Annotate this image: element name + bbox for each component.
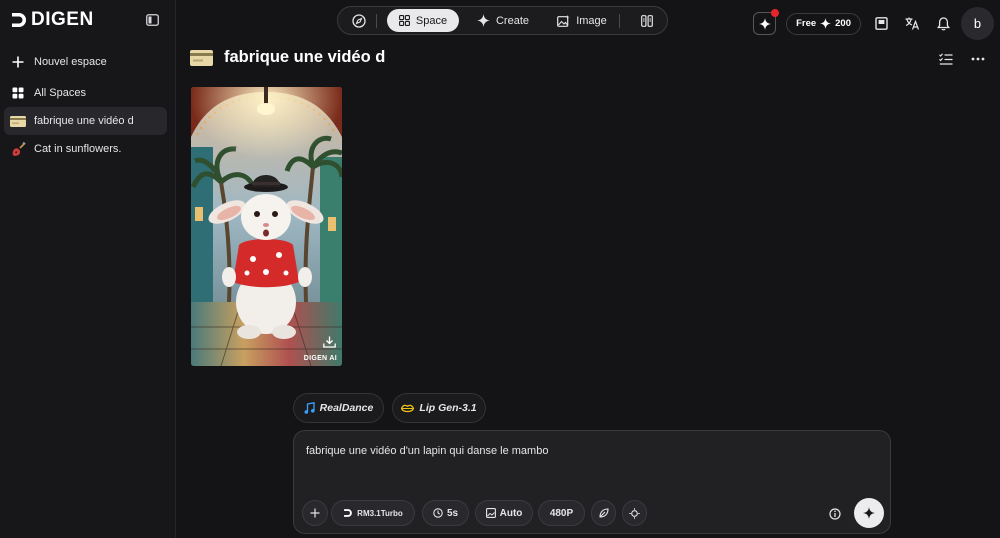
nav-divider: [376, 13, 377, 28]
brand-logo[interactable]: DIGEN: [10, 9, 94, 31]
app-root: DIGEN Nouvel espace All Spaces fabrique …: [0, 0, 1000, 538]
tab-create[interactable]: Create: [463, 9, 543, 32]
chip-label: RealDance: [319, 402, 374, 414]
image-frame-icon: [485, 508, 496, 518]
task-list-button[interactable]: [938, 52, 954, 66]
avatar-initial: b: [973, 16, 982, 31]
generate-button[interactable]: [854, 498, 884, 528]
sidebar-item-label: Cat in sunflowers.: [34, 143, 122, 155]
space-actions: [938, 52, 986, 66]
tab-label: Image: [576, 14, 607, 27]
space-header: fabrique une vidéo d: [190, 48, 385, 67]
nav-divider: [619, 13, 620, 28]
grid-icon: [10, 85, 26, 101]
card-icon: [190, 49, 213, 66]
resolution-selector[interactable]: 480P: [538, 500, 585, 526]
sparkle-icon: [820, 18, 832, 29]
tab-image[interactable]: Image: [547, 9, 617, 32]
plus-icon: [10, 54, 26, 70]
digen-logo-icon: [344, 509, 353, 517]
resolution-value: 480P: [549, 507, 574, 519]
card-icon: [10, 113, 26, 129]
collapse-sidebar-button[interactable]: [143, 12, 161, 28]
prompt-composer[interactable]: fabrique une vidéo d'un lapin qui danse …: [293, 430, 891, 534]
watermark: DIGEN AI: [303, 355, 337, 362]
sparkle-icon: [758, 17, 771, 30]
lips-icon: [401, 404, 415, 412]
duration-selector[interactable]: 5s: [422, 500, 469, 526]
video-thumbnail[interactable]: DIGEN AI: [191, 87, 342, 366]
ratio-value: Auto: [499, 507, 523, 519]
download-icon[interactable]: [323, 336, 336, 348]
notifications-button[interactable]: [934, 15, 952, 33]
aspect-ratio-selector[interactable]: Auto: [475, 500, 533, 526]
page-title: fabrique une vidéo d: [224, 48, 386, 66]
columns-icon: [641, 14, 653, 27]
tab-label: Create: [495, 14, 530, 27]
info-icon: [829, 508, 841, 520]
plan-label: Free: [796, 18, 817, 29]
sparkle-icon: [476, 14, 490, 27]
sidebar-item-label: fabrique une vidéo d: [34, 115, 134, 127]
user-avatar[interactable]: b: [961, 7, 994, 40]
lip-gen-chip[interactable]: Lip Gen-3.1: [392, 393, 486, 423]
sidebar-item-new-space[interactable]: Nouvel espace: [4, 48, 167, 76]
top-nav: Space Create Image: [337, 6, 668, 35]
credits-badge[interactable]: Free 200: [786, 12, 861, 35]
more-horizontal-icon: [971, 57, 985, 61]
book-icon: [874, 17, 888, 30]
brand-name: DIGEN: [31, 9, 94, 30]
top-right-toolbar: Free 200 b: [753, 7, 994, 40]
duration-value: 5s: [446, 507, 459, 519]
tab-label: Space: [415, 14, 448, 27]
library-button[interactable]: [872, 15, 890, 33]
sidebar-nav: Nouvel espace All Spaces fabrique une vi…: [4, 48, 167, 163]
sparkle-icon: [863, 507, 875, 519]
chip-label: Lip Gen-3.1: [419, 402, 477, 414]
sidebar-item-current-space[interactable]: fabrique une vidéo d: [4, 107, 167, 135]
bell-icon: [936, 16, 950, 30]
compass-icon: [352, 13, 366, 28]
plus-icon: [310, 508, 320, 518]
sidebar: DIGEN Nouvel espace All Spaces fabrique …: [0, 0, 176, 538]
explore-button[interactable]: [342, 9, 376, 32]
credits-count: 200: [835, 18, 851, 29]
more-options-button[interactable]: [970, 52, 986, 66]
image-edit-icon: [557, 14, 570, 27]
checklist-icon: [939, 53, 953, 65]
sidebar-item-all-spaces[interactable]: All Spaces: [4, 79, 167, 107]
model-selector[interactable]: RM3.1Turbo: [331, 500, 415, 526]
add-attachment-button[interactable]: [302, 500, 328, 526]
model-name: RM3.1Turbo: [357, 508, 403, 518]
sidebar-item-label: All Spaces: [34, 87, 86, 99]
leaf-icon: [598, 508, 609, 518]
language-button[interactable]: [903, 15, 921, 33]
ai-assistant-button[interactable]: [753, 9, 780, 35]
guitar-icon: [10, 141, 26, 157]
sidebar-item-label: Nouvel espace: [34, 56, 107, 68]
music-note-icon: [304, 402, 315, 414]
enhance-button[interactable]: [622, 500, 647, 526]
sidebar-toggle-icon: [145, 14, 159, 26]
style-button[interactable]: [591, 500, 616, 526]
dancing-rabbit-image: [191, 87, 342, 366]
realdance-chip[interactable]: RealDance: [293, 393, 384, 423]
digen-logo-icon: [12, 13, 26, 27]
notification-dot: [771, 9, 780, 17]
info-button[interactable]: [828, 507, 842, 521]
translate-icon: [905, 17, 919, 30]
tab-space[interactable]: Space: [387, 9, 459, 32]
magic-icon: [629, 507, 640, 519]
grid-icon: [398, 15, 410, 26]
columns-view-button[interactable]: [632, 9, 662, 32]
prompt-input[interactable]: fabrique une vidéo d'un lapin qui danse …: [306, 445, 548, 457]
clock-icon: [433, 508, 443, 518]
sidebar-item-cat-in-sunflowers[interactable]: Cat in sunflowers.: [4, 135, 167, 163]
